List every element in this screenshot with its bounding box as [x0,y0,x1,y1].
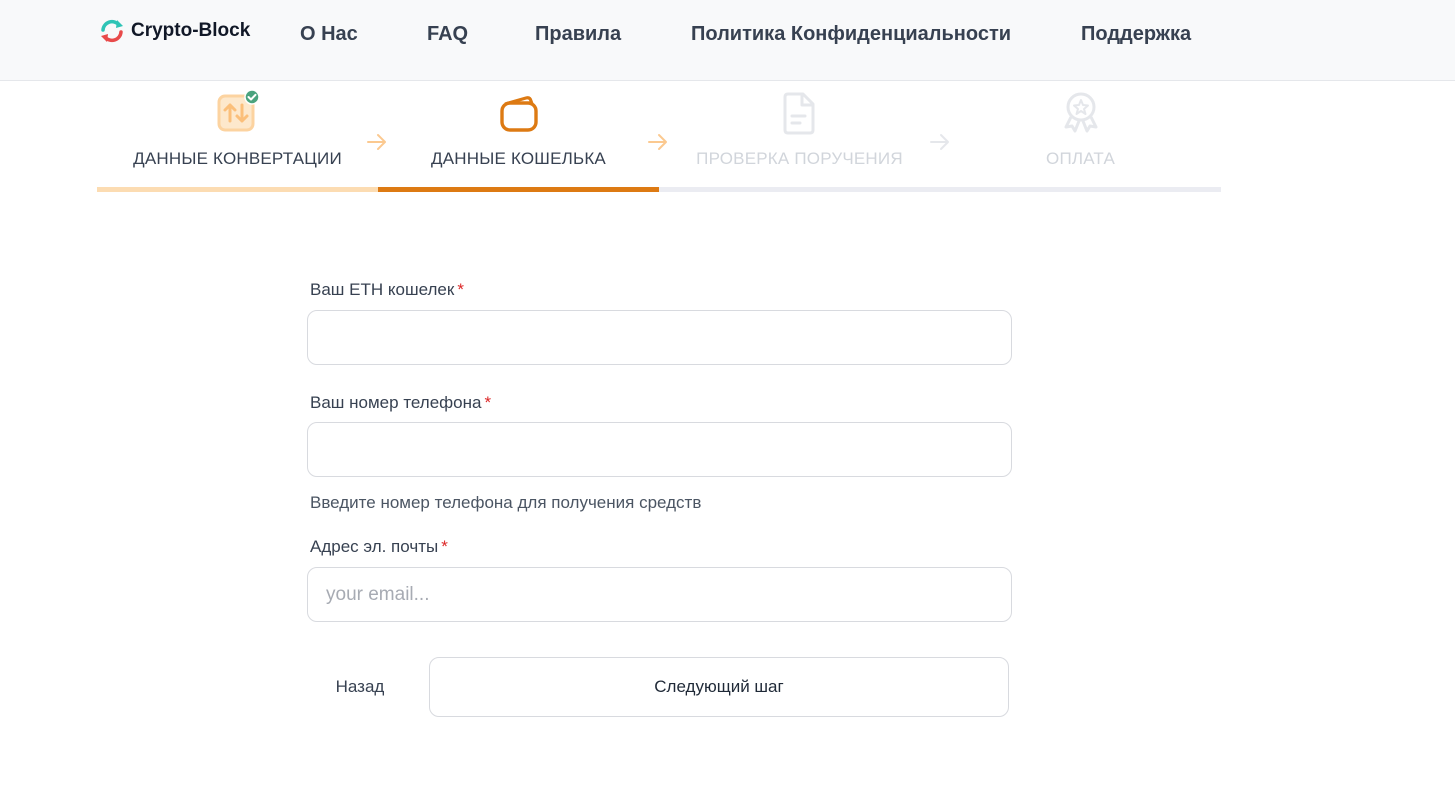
phone-hint: Введите номер телефона для получения сре… [310,493,702,512]
email-input[interactable] [307,567,1012,622]
eth-wallet-label: Ваш ETH кошелек * [310,280,464,300]
nav-rules[interactable]: Правила [535,23,621,46]
eth-wallet-input[interactable] [307,310,1012,365]
nav-about[interactable]: О Нас [300,23,358,46]
eth-wallet-label-text: Ваш ETH кошелек [310,280,455,299]
logo-icon [101,19,123,43]
next-step-button[interactable]: Следующий шаг [429,657,1009,717]
step-payment: ОПЛАТА [940,82,1221,192]
required-mark: * [457,280,464,299]
step-label: ПРОВЕРКА ПОРУЧЕНИЯ [696,149,903,168]
step-order-review: ПРОВЕРКА ПОРУЧЕНИЯ [659,82,940,192]
email-label-text: Адрес эл. почты [310,537,439,556]
step-wallet-data: ДАННЫЕ КОШЕЛЬКА [378,82,659,192]
phone-label: Ваш номер телефона * [310,393,491,413]
step-label: ДАННЫЕ КОШЕЛЬКА [431,149,606,168]
step-label: ДАННЫЕ КОНВЕРТАЦИИ [133,149,342,168]
progress-stepper: ДАННЫЕ КОНВЕРТАЦИИ ДАННЫЕ КОШЕЛЬКА ПРОВЕ… [97,82,1222,192]
nav-support[interactable]: Поддержка [1081,23,1191,46]
nav-faq[interactable]: FAQ [427,23,468,46]
wallet-icon [499,96,538,132]
step-progress-bar [378,187,659,192]
step-label: ОПЛАТА [1046,149,1115,168]
back-button[interactable]: Назад [307,657,413,717]
email-label: Адрес эл. почты * [310,537,448,557]
document-icon [783,92,814,135]
phone-label-text: Ваш номер телефона [310,393,482,412]
step-progress-bar [940,187,1221,192]
logo-text: Crypto-Block [131,20,251,41]
phone-input[interactable] [307,422,1012,477]
exchange-icon [217,90,260,132]
step-progress-bar [659,187,940,192]
step-progress-bar [97,187,378,192]
required-mark: * [441,537,448,556]
nav-privacy-policy[interactable]: Политика Конфиденциальности [691,23,1011,46]
logo[interactable]: Crypto-Block [99,18,250,44]
award-icon [1064,92,1097,133]
step-conversion-data: ДАННЫЕ КОНВЕРТАЦИИ [97,82,378,192]
top-header: Crypto-Block О Нас FAQ Правила Политика … [0,0,1455,81]
required-mark: * [484,393,492,412]
